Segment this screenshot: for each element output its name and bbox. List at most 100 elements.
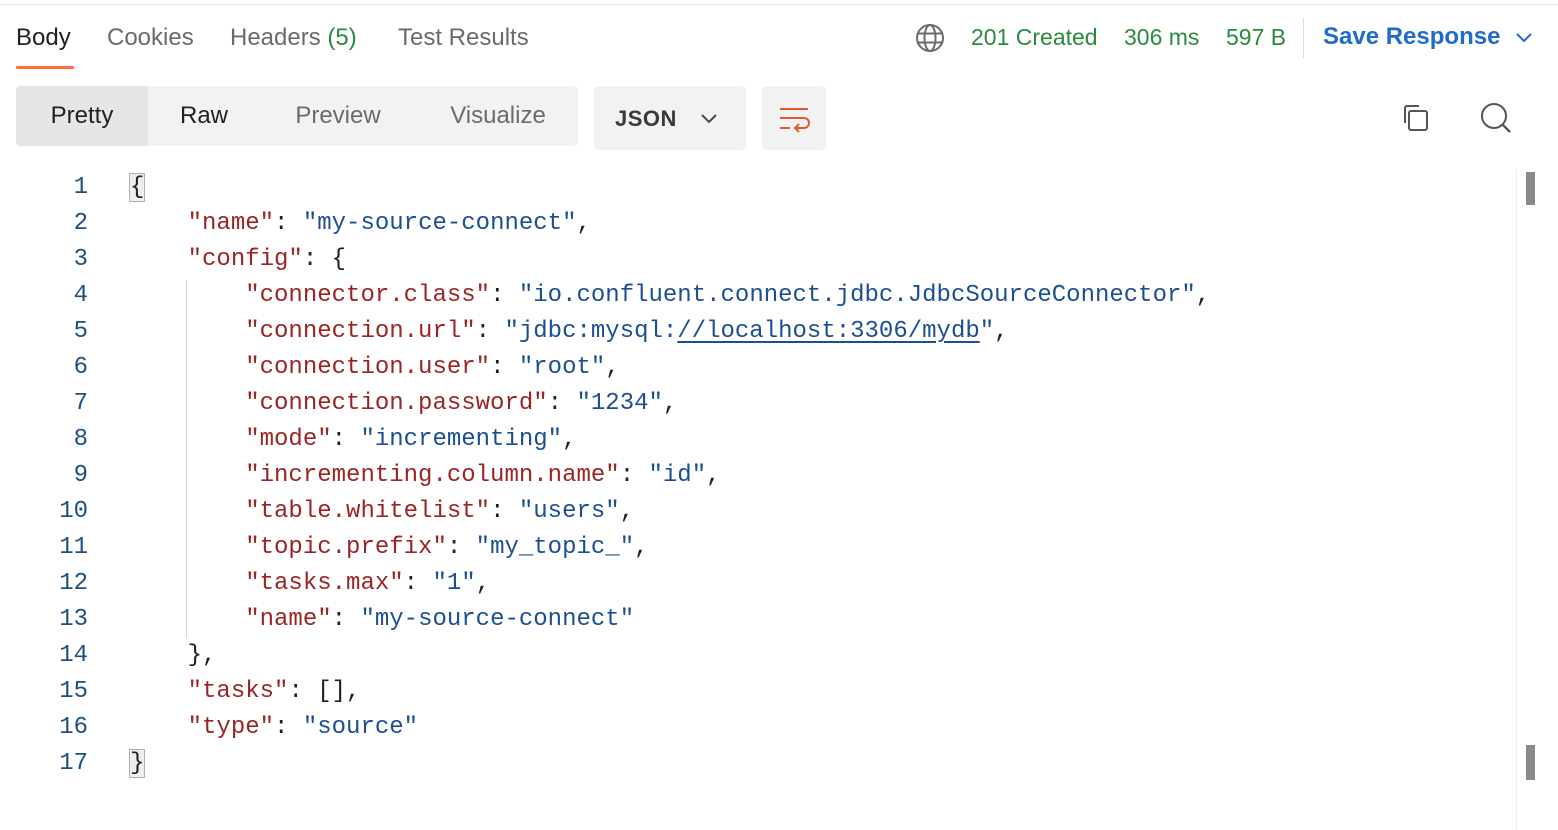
punctuation [130, 714, 188, 741]
punctuation: , [605, 354, 620, 381]
chevron-down-icon[interactable] [1513, 26, 1535, 48]
punctuation [130, 210, 188, 237]
code-line: 14 }, [0, 638, 1500, 674]
punctuation: : [331, 606, 361, 633]
view-mode-raw[interactable]: Raw [148, 86, 260, 146]
globe-icon[interactable] [914, 22, 946, 54]
line-number: 12 [59, 570, 88, 597]
json-string: " [979, 318, 995, 345]
json-string: "my-source-connect" [302, 210, 577, 237]
punctuation: : [490, 282, 519, 309]
scrollbar-marker [1526, 172, 1535, 205]
line-number: 5 [73, 318, 88, 345]
punctuation: , [706, 462, 721, 489]
punctuation [130, 570, 245, 597]
punctuation: , [562, 426, 577, 453]
code-text: "tasks": [], [130, 674, 361, 710]
tab-cookies[interactable]: Cookies [107, 24, 194, 52]
top-divider [0, 4, 1558, 5]
view-mode-selector: Pretty Raw Preview Visualize [16, 86, 578, 146]
response-time[interactable]: 306 ms [1124, 24, 1199, 51]
punctuation: }, [130, 642, 217, 669]
code-text: "connector.class": "io.confluent.connect… [130, 278, 1210, 314]
line-number: 6 [73, 354, 88, 381]
line-number: 16 [59, 714, 88, 741]
punctuation [130, 498, 245, 525]
json-key: "incrementing.column.name" [245, 462, 620, 489]
tab-headers[interactable]: Headers (5) [230, 24, 357, 52]
code-text: "connection.user": "root", [130, 350, 620, 386]
code-line: 16 "type": "source" [0, 710, 1500, 746]
code-text: "table.whitelist": "users", [130, 494, 634, 530]
json-string: "root" [518, 354, 606, 381]
response-body-editor[interactable]: 1{2 "name": "my-source-connect", 3 "confi… [0, 170, 1515, 830]
punctuation [130, 426, 245, 453]
editor-scrollbar-track[interactable] [1516, 170, 1517, 830]
code-line: 13 "name": "my-source-connect" [0, 602, 1500, 638]
tab-test-results[interactable]: Test Results [398, 24, 529, 52]
code-line: 9 "incrementing.column.name": "id", [0, 458, 1500, 494]
status-code[interactable]: 201 Created [971, 24, 1098, 51]
response-size[interactable]: 597 B [1226, 24, 1286, 51]
json-string: "io.confluent.connect.jdbc.JdbcSourceCon… [518, 282, 1196, 309]
view-mode-visualize[interactable]: Visualize [420, 86, 576, 146]
json-key: "tasks.max" [245, 570, 404, 597]
code-line: 7 "connection.password": "1234", [0, 386, 1500, 422]
punctuation: { [128, 173, 146, 202]
punctuation: : [490, 498, 519, 525]
punctuation: : [490, 354, 519, 381]
punctuation: : [403, 570, 433, 597]
code-text: "connection.url": "jdbc:mysql://localhos… [130, 314, 1008, 350]
punctuation: , [1195, 282, 1211, 309]
punctuation [130, 354, 245, 381]
code-text: "name": "my-source-connect" [130, 602, 634, 638]
view-mode-preview[interactable]: Preview [272, 86, 404, 146]
json-key: "connection.password" [245, 390, 548, 417]
code-text: { [128, 170, 146, 206]
code-text: "topic.prefix": "my_topic_", [130, 530, 649, 566]
code-line: 8 "mode": "incrementing", [0, 422, 1500, 458]
punctuation [130, 534, 245, 561]
tab-body[interactable]: Body [16, 24, 71, 52]
punctuation: : [619, 462, 649, 489]
line-number: 1 [73, 174, 88, 201]
json-key: "connection.url" [245, 318, 476, 345]
format-dropdown[interactable]: JSON [594, 86, 746, 150]
punctuation [130, 390, 245, 417]
view-mode-pretty[interactable]: Pretty [16, 86, 148, 146]
search-icon[interactable] [1477, 99, 1515, 137]
line-number: 13 [59, 606, 88, 633]
punctuation [130, 462, 245, 489]
code-line: 6 "connection.user": "root", [0, 350, 1500, 386]
line-number: 7 [73, 390, 88, 417]
json-string: "incrementing" [360, 426, 563, 453]
punctuation: , [634, 534, 649, 561]
code-text: "tasks.max": "1", [130, 566, 490, 602]
line-number: 15 [59, 678, 88, 705]
punctuation: : [446, 534, 476, 561]
json-key: "config" [187, 246, 303, 273]
url-link[interactable]: //localhost:3306/mydb [677, 318, 979, 345]
code-text: "mode": "incrementing", [130, 422, 577, 458]
copy-icon[interactable] [1398, 100, 1434, 136]
wrap-lines-button[interactable] [762, 86, 826, 150]
code-line: 4 "connector.class": "io.confluent.conne… [0, 278, 1500, 314]
json-key: "connection.user" [245, 354, 491, 381]
headers-count-badge: (5) [327, 24, 357, 51]
format-label: JSON [615, 106, 677, 131]
code-text: "incrementing.column.name": "id", [130, 458, 721, 494]
json-key: "connector.class" [245, 282, 491, 309]
code-line: 11 "topic.prefix": "my_topic_", [0, 530, 1500, 566]
save-response-button[interactable]: Save Response [1323, 23, 1500, 51]
json-string: "source" [302, 714, 419, 741]
json-key: "table.whitelist" [245, 498, 491, 525]
tab-headers-label: Headers [230, 24, 321, 51]
json-string: "id" [648, 462, 707, 489]
punctuation [130, 678, 188, 705]
line-number: 8 [73, 426, 88, 453]
punctuation: : [274, 714, 303, 741]
line-number: 11 [59, 534, 88, 561]
line-number: 17 [59, 750, 88, 777]
active-tab-indicator [16, 66, 74, 69]
json-string: "my-source-connect" [360, 606, 635, 633]
